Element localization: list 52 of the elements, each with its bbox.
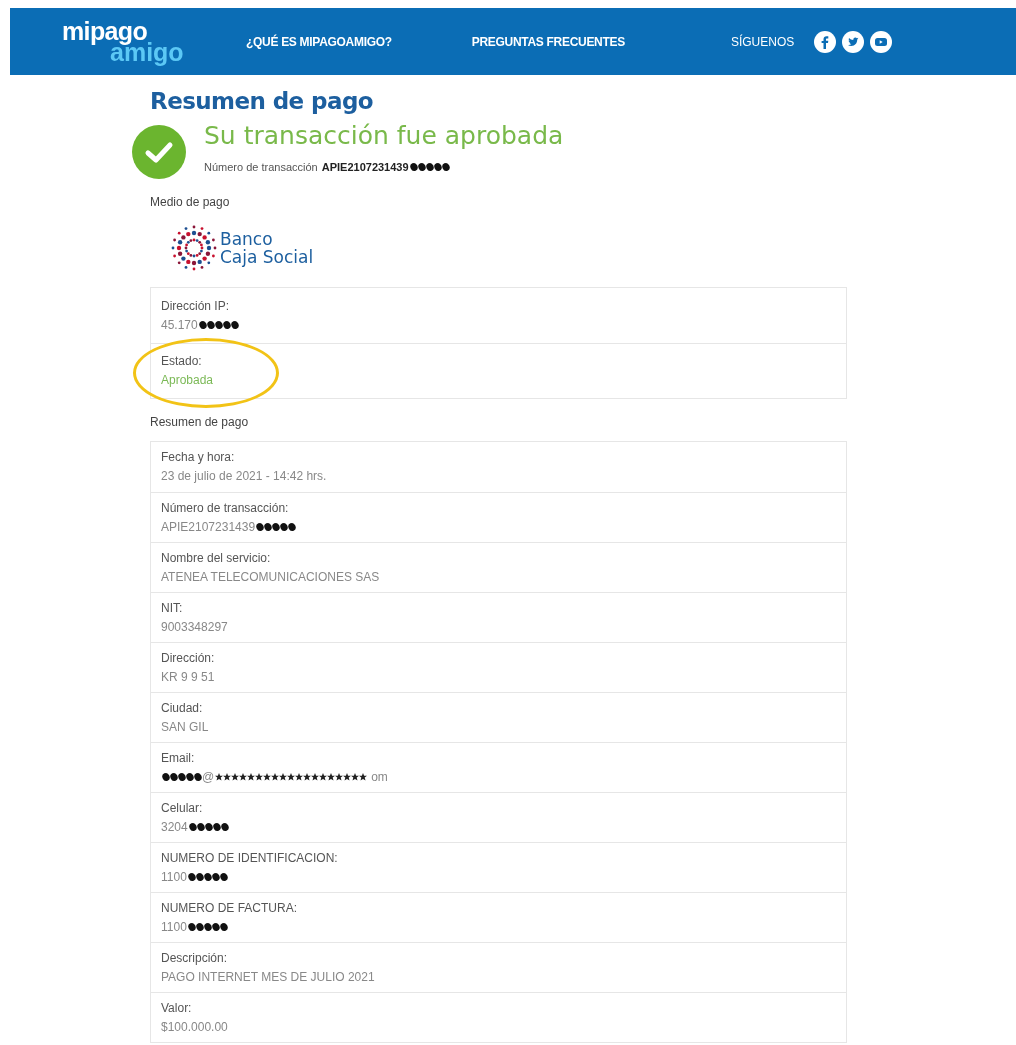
redaction-scribble (256, 520, 297, 533)
section-label: Medio de pago (150, 194, 231, 211)
section-label: Resumen de pago (150, 414, 250, 431)
field-value: ATENEA TELECOMUNICACIONES SAS (161, 568, 380, 586)
field-value: om (371, 768, 388, 786)
field-label: NUMERO DE FACTURA: (161, 899, 298, 917)
field-label: Número de transacción: (161, 499, 290, 517)
transaction-number: APIE2107231439 (321, 160, 409, 175)
redaction-scribble (198, 318, 239, 331)
field-label: Celular: (161, 799, 204, 817)
twitter-icon[interactable] (842, 30, 865, 53)
field-label: Dirección: (161, 649, 216, 667)
redaction-scribble (188, 820, 229, 833)
field-value: 45.170 (161, 316, 198, 334)
bank-name: Caja Social (220, 248, 314, 266)
field-value: 1100 (161, 868, 187, 886)
field-value: $100.000.00 (161, 1018, 228, 1036)
field-label: Nombre del servicio: (161, 549, 272, 567)
field-label: Email: (161, 749, 196, 767)
field-value: 9003348297 (161, 618, 228, 636)
youtube-icon[interactable] (870, 30, 893, 53)
field-value: 3204 (161, 818, 188, 836)
field-value: 23 de julio de 2021 - 14:42 hrs. (161, 468, 327, 485)
field-label: NUMERO DE IDENTIFICACION: (161, 849, 339, 867)
field-label: Fecha y hora: (161, 449, 236, 466)
field-label: Dirección IP: (161, 297, 231, 315)
success-check-icon (132, 125, 186, 179)
follow-label: SÍGUENOS (730, 33, 795, 51)
field-label: Ciudad: (161, 699, 204, 717)
field-value: @ (202, 768, 215, 786)
field-value: 1100 (161, 918, 187, 936)
bank-logo-icon (170, 225, 218, 271)
field-value: APIE2107231439 (161, 518, 256, 536)
field-label: Valor: (161, 999, 193, 1017)
bank-name: Banco (220, 230, 274, 248)
redaction-scribble (162, 770, 202, 783)
success-message: Su transacción fue aprobada (204, 120, 564, 152)
field-value: PAGO INTERNET MES DE JULIO 2021 (161, 968, 375, 986)
field-value: SAN GIL (161, 718, 209, 736)
field-value: Aprobada (161, 372, 214, 389)
nav-link[interactable]: ¿QUÉ ES MIPAGOAMIGO? (246, 32, 392, 51)
field-label: NIT: (161, 599, 184, 617)
page-title: Resumen de pago (150, 87, 374, 116)
redaction-scribble (187, 920, 228, 933)
facebook-icon[interactable] (814, 30, 837, 53)
field-label: Descripción: (161, 949, 229, 967)
redaction-scribble (409, 161, 450, 174)
field-label: Estado: (161, 353, 203, 370)
redaction-scribble (187, 870, 228, 883)
field-value: KR 9 9 51 (161, 668, 215, 686)
transaction-label: Número de transacción (204, 160, 318, 175)
nav-link[interactable]: PREGUNTAS FRECUENTES (471, 32, 625, 51)
